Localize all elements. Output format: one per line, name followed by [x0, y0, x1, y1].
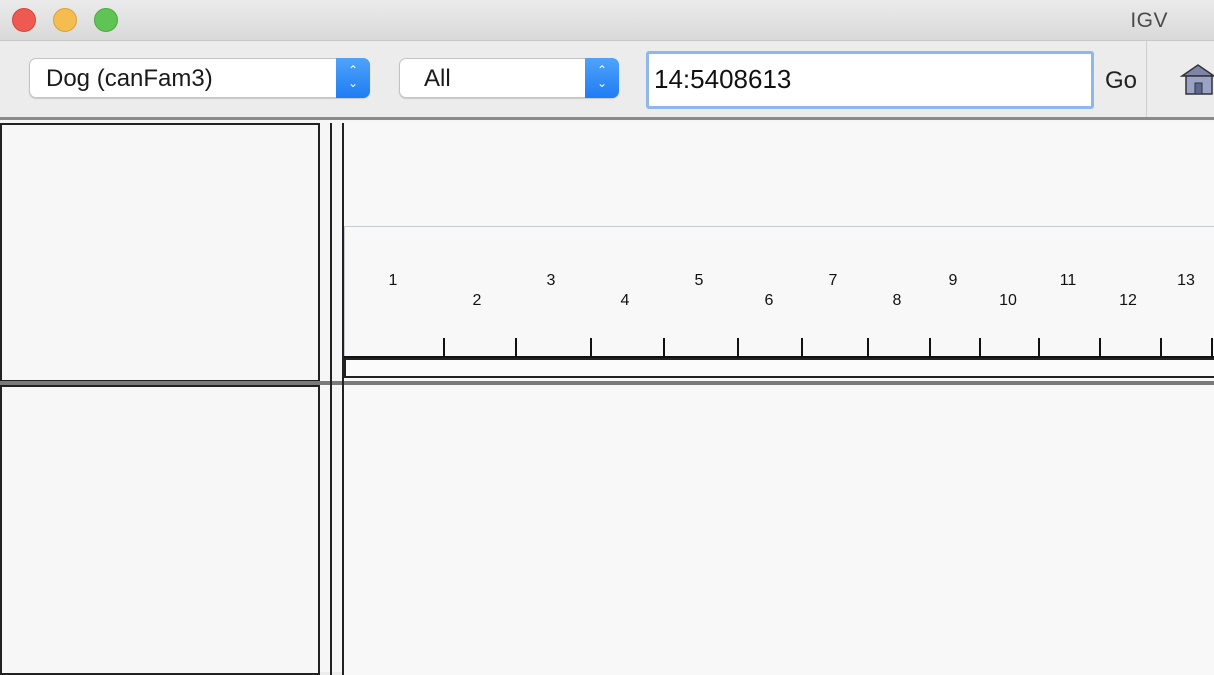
window-title: IGV [1130, 9, 1168, 32]
minimize-window-button[interactable] [53, 8, 77, 32]
locus-search-input[interactable]: 14:5408613 [646, 51, 1094, 109]
data-name-panel [0, 385, 320, 675]
chromosome-label-4[interactable]: 4 [621, 292, 630, 310]
chromosome-label-10[interactable]: 10 [999, 292, 1017, 310]
chromosome-label-1[interactable]: 1 [389, 272, 398, 290]
ruler-tick [1038, 338, 1040, 356]
toolbar-separator [1146, 41, 1147, 117]
ruler-tick [737, 338, 739, 356]
chromosome-select-stepper-icon[interactable]: ⌃ ⌄ [585, 58, 619, 98]
ruler-tick [663, 338, 665, 356]
attribute-panel-border-left [330, 123, 332, 675]
chromosome-label-7[interactable]: 7 [829, 272, 838, 290]
ruler-tick [443, 338, 445, 356]
track-panels: 1 2 3 4 5 6 7 8 9 10 11 12 13 [0, 120, 1214, 675]
panel-divider-left[interactable] [0, 381, 320, 385]
ruler-tick [979, 338, 981, 356]
ruler-tick [1099, 338, 1101, 356]
ruler-tick [801, 338, 803, 356]
cytoband-strip[interactable] [344, 358, 1214, 378]
ruler-tick [1211, 338, 1213, 356]
genome-select-stepper-icon[interactable]: ⌃ ⌄ [336, 58, 370, 98]
genome-select[interactable]: Dog (canFam3) ⌃ ⌄ [29, 58, 370, 98]
chromosome-label-11[interactable]: 11 [1060, 272, 1077, 290]
chromosome-label-3[interactable]: 3 [547, 272, 556, 290]
title-bar: IGV [0, 0, 1214, 41]
maximize-window-button[interactable] [94, 8, 118, 32]
chromosome-label-9[interactable]: 9 [949, 272, 958, 290]
toolbar: Dog (canFam3) ⌃ ⌄ All ⌃ ⌄ 14:5408613 Go [0, 41, 1214, 120]
chromosome-label-2[interactable]: 2 [473, 292, 482, 310]
chromosome-label-5[interactable]: 5 [695, 272, 704, 290]
chromosome-label-8[interactable]: 8 [893, 292, 902, 310]
chromosome-label-12[interactable]: 12 [1119, 292, 1137, 310]
genome-select-value: Dog (canFam3) [46, 65, 213, 92]
ruler-tick [867, 338, 869, 356]
chromosome-label-13[interactable]: 13 [1177, 272, 1195, 290]
header-name-panel [0, 123, 320, 382]
ruler-tick [1160, 338, 1162, 356]
chromosome-select-value: All [424, 65, 451, 92]
ruler-tick [929, 338, 931, 356]
close-window-button[interactable] [12, 8, 36, 32]
chromosome-select[interactable]: All ⌃ ⌄ [399, 58, 619, 98]
chromosome-label-6[interactable]: 6 [765, 292, 774, 310]
ruler-tick [515, 338, 517, 356]
ruler-tick [590, 338, 592, 356]
home-icon[interactable] [1178, 59, 1214, 99]
go-button[interactable]: Go [1105, 67, 1137, 95]
data-track-panel [344, 385, 1214, 675]
